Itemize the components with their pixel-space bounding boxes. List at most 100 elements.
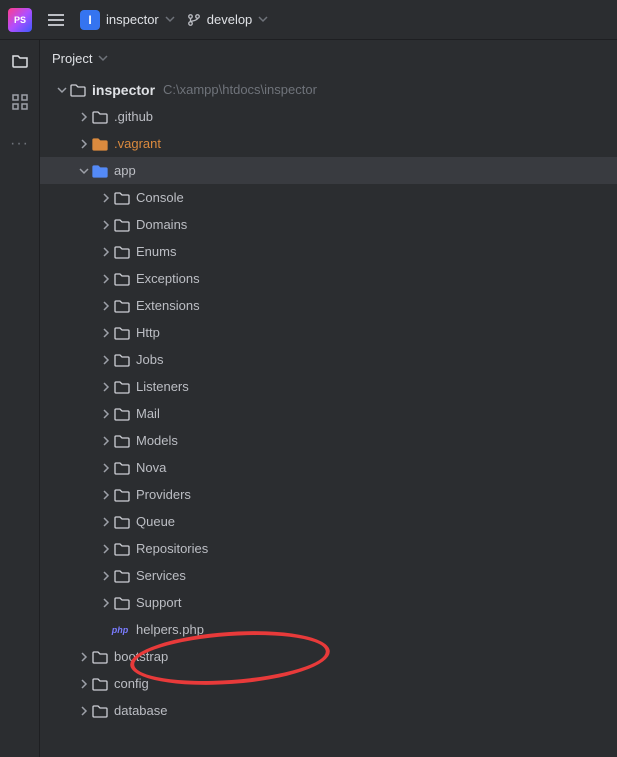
folder-icon [70,82,86,98]
tree-item-http[interactable]: Http [40,319,617,346]
project-badge-icon: I [80,10,100,30]
tree-item-console[interactable]: Console [40,184,617,211]
tree-item-jobs[interactable]: Jobs [40,346,617,373]
tree-item-helpers-php[interactable]: phphelpers.php [40,616,617,643]
chevron-right-icon[interactable] [76,649,92,665]
tree-item--github[interactable]: .github [40,103,617,130]
chevron-down-icon [165,12,175,27]
main-menu-button[interactable] [44,10,68,30]
folder-icon [92,109,108,125]
tree-item-enums[interactable]: Enums [40,238,617,265]
branch-icon [187,13,201,27]
folder-icon [114,217,130,233]
chevron-down-icon[interactable] [54,82,70,98]
chevron-right-icon[interactable] [98,568,114,584]
folder-icon [92,676,108,692]
tree-item-database[interactable]: database [40,697,617,724]
folder-icon [114,298,130,314]
project-tool-button[interactable] [8,48,32,72]
chevron-right-icon[interactable] [98,406,114,422]
project-panel: Project inspectorC:\xampp\htdocs\inspect… [40,40,617,757]
folder-icon [114,460,130,476]
chevron-right-icon[interactable] [98,514,114,530]
tree-label: .vagrant [114,136,161,151]
chevron-right-icon[interactable] [98,595,114,611]
chevron-right-icon[interactable] [98,298,114,314]
tree-item-domains[interactable]: Domains [40,211,617,238]
tree-label: Providers [136,487,191,502]
tree-item-exceptions[interactable]: Exceptions [40,265,617,292]
tree-label: Repositories [136,541,208,556]
tree-label: bootstrap [114,649,168,664]
app-root: PS I inspector develop [0,0,617,757]
folder-icon [114,568,130,584]
chevron-right-icon[interactable] [76,136,92,152]
tree-item-providers[interactable]: Providers [40,481,617,508]
chevron-right-icon[interactable] [98,433,114,449]
folder-icon [114,352,130,368]
more-tools-button[interactable]: ··· [8,132,32,156]
chevron-right-icon[interactable] [98,325,114,341]
project-selector[interactable]: I inspector [80,10,175,30]
tree-item-bootstrap[interactable]: bootstrap [40,643,617,670]
tree-label: Mail [136,406,160,421]
tree-label: Support [136,595,182,610]
tree-label: Services [136,568,186,583]
panel-header[interactable]: Project [40,40,617,76]
tree-item-models[interactable]: Models [40,427,617,454]
tree-item-extensions[interactable]: Extensions [40,292,617,319]
more-icon: ··· [10,135,29,153]
chevron-down-icon[interactable] [76,163,92,179]
folder-icon [92,163,108,179]
chevron-right-icon[interactable] [98,190,114,206]
structure-tool-button[interactable] [8,90,32,114]
tree-item-mail[interactable]: Mail [40,400,617,427]
main-area: ··· Project inspectorC:\xampp\htdocs\ins… [0,40,617,757]
chevron-right-icon[interactable] [98,271,114,287]
chevron-right-icon[interactable] [98,460,114,476]
chevron-right-icon[interactable] [76,676,92,692]
project-name-label: inspector [106,12,159,27]
folder-icon [114,244,130,260]
folder-icon [114,379,130,395]
chevron-right-icon[interactable] [98,379,114,395]
tree-root[interactable]: inspectorC:\xampp\htdocs\inspector [40,76,617,103]
folder-icon [114,271,130,287]
tree-label: config [114,676,149,691]
chevron-right-icon[interactable] [98,541,114,557]
tree-label: .github [114,109,153,124]
tree-item-services[interactable]: Services [40,562,617,589]
branch-name-label: develop [207,12,253,27]
folder-icon [114,406,130,422]
tree-item-nova[interactable]: Nova [40,454,617,481]
folder-icon [114,541,130,557]
chevron-right-icon[interactable] [76,109,92,125]
chevron-right-icon[interactable] [98,487,114,503]
tree-label: Jobs [136,352,163,367]
tree-item-app[interactable]: app [40,157,617,184]
tree-label: Queue [136,514,175,529]
chevron-right-icon[interactable] [98,352,114,368]
chevron-down-icon [258,12,268,27]
chevron-right-icon[interactable] [76,703,92,719]
chevron-down-icon [98,51,108,66]
tree-label: Listeners [136,379,189,394]
folder-icon [114,595,130,611]
folder-icon [114,514,130,530]
tree-label: database [114,703,168,718]
tree-item-repositories[interactable]: Repositories [40,535,617,562]
folder-icon [114,325,130,341]
tree-item-listeners[interactable]: Listeners [40,373,617,400]
chevron-right-icon[interactable] [98,244,114,260]
vcs-branch-selector[interactable]: develop [187,12,269,27]
tool-rail: ··· [0,40,40,757]
tree-item-config[interactable]: config [40,670,617,697]
app-icon: PS [8,8,32,32]
chevron-right-icon[interactable] [98,217,114,233]
folder-icon [114,487,130,503]
tree-item-support[interactable]: Support [40,589,617,616]
tree-item-queue[interactable]: Queue [40,508,617,535]
tree-item--vagrant[interactable]: .vagrant [40,130,617,157]
php-file-icon: php [114,622,130,638]
project-tree[interactable]: inspectorC:\xampp\htdocs\inspector .githu… [40,76,617,757]
